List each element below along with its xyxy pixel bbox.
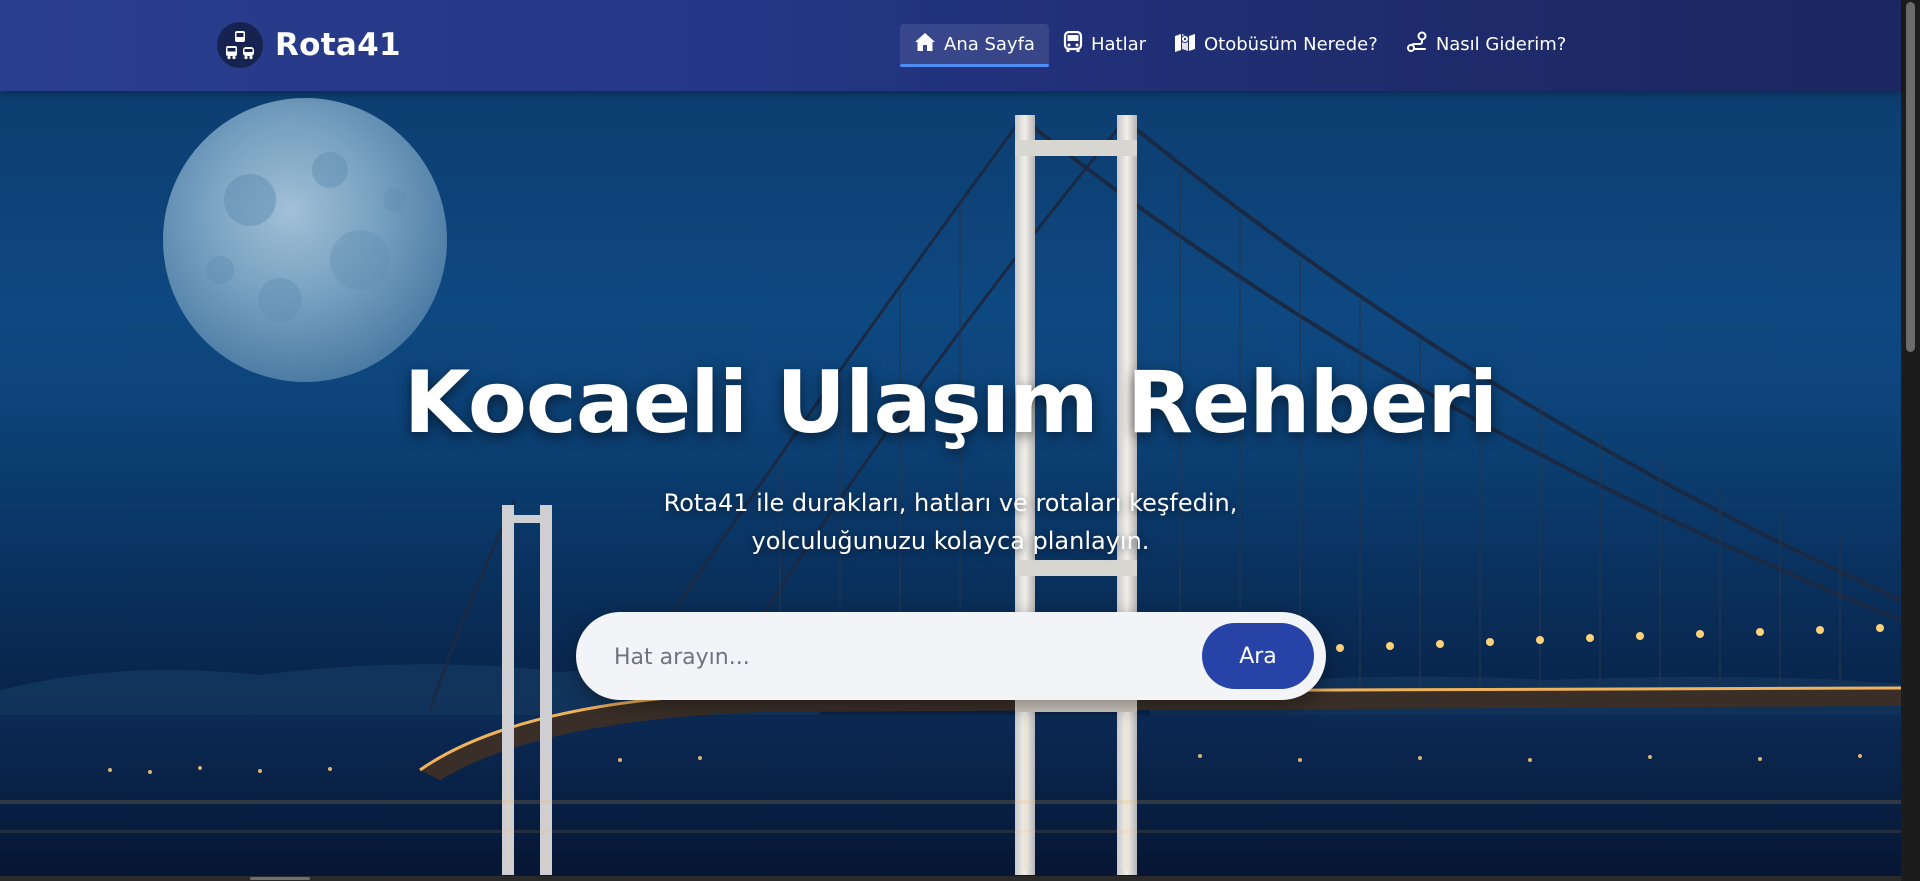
vertical-scrollbar[interactable] — [1901, 0, 1920, 881]
hero-subtitle-line2: yolculuğunuzu kolayca planlayın. — [751, 527, 1150, 555]
nav-label: Otobüsüm Nerede? — [1204, 33, 1378, 55]
bus-icon — [1063, 30, 1083, 58]
top-navbar: Rota41 Ana Sayfa Hatlar Otobüsüm Nerede?… — [0, 0, 1901, 91]
route-icon — [1406, 31, 1428, 58]
transit-icon — [217, 22, 263, 68]
page: Rota41 Ana Sayfa Hatlar Otobüsüm Nerede?… — [0, 0, 1920, 881]
moon — [163, 98, 447, 382]
horizontal-scrollbar[interactable] — [0, 876, 1901, 881]
search-button[interactable]: Ara — [1202, 623, 1314, 689]
nav-label: Nasıl Giderim? — [1435, 33, 1567, 55]
search-input[interactable] — [612, 632, 1236, 682]
nav-item-hatlar[interactable]: Hatlar — [1049, 24, 1160, 64]
nav-item-ana-sayfa[interactable]: Ana Sayfa — [900, 24, 1049, 67]
horizontal-scrollbar-thumb[interactable] — [250, 877, 310, 880]
brand-link[interactable]: Rota41 — [217, 22, 401, 68]
nav-label: Ana Sayfa — [944, 33, 1035, 55]
main-nav: Ana Sayfa Hatlar Otobüsüm Nerede? Nasıl … — [900, 24, 1581, 67]
nav-item-nasil-giderim[interactable]: Nasıl Giderim? — [1392, 24, 1581, 64]
nav-label: Hatlar — [1090, 33, 1147, 55]
hero-subtitle-line1: Rota41 ile durakları, hatları ve rotalar… — [663, 489, 1238, 517]
hero-subtitle: Rota41 ile durakları, hatları ve rotalar… — [600, 484, 1301, 560]
hero-title: Kocaeli Ulaşım Rehberi — [403, 353, 1499, 453]
map-location-icon — [1174, 32, 1196, 57]
search-box: Ara — [576, 612, 1326, 700]
nav-item-otobusum-nerede[interactable]: Otobüsüm Nerede? — [1160, 24, 1392, 64]
brand-name: Rota41 — [275, 27, 401, 63]
home-icon — [914, 32, 936, 57]
vertical-scrollbar-thumb[interactable] — [1906, 2, 1915, 352]
